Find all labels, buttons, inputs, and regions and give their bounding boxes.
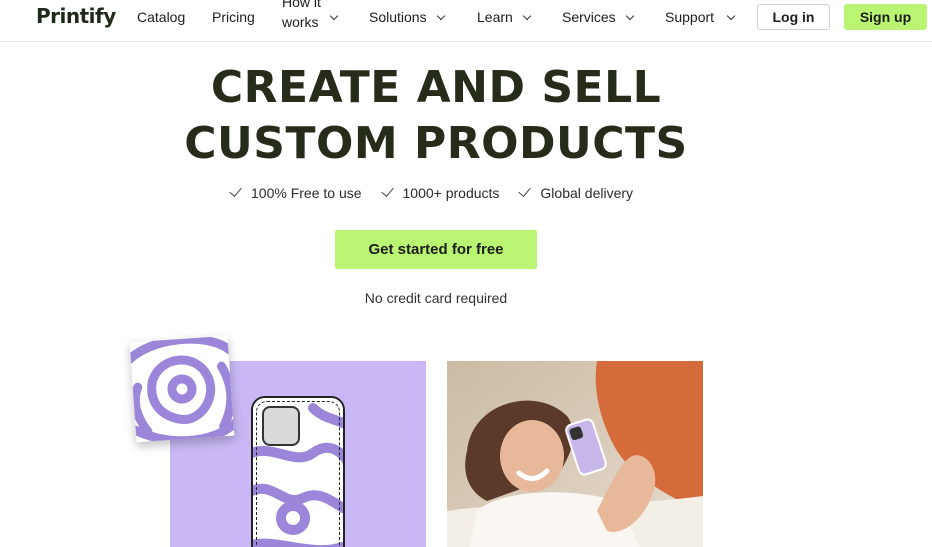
feature-item: Global delivery bbox=[518, 184, 634, 201]
phone-case-mockup bbox=[251, 396, 345, 547]
get-started-button[interactable]: Get started for free bbox=[335, 230, 537, 269]
hero-title: CREATE AND SELL CUSTOM PRODUCTS bbox=[0, 60, 872, 172]
hero-title-line-2: CUSTOM PRODUCTS bbox=[184, 118, 688, 169]
check-icon bbox=[380, 184, 394, 197]
nav-how-it-works[interactable]: How it works bbox=[282, 0, 332, 32]
swirl-pattern-sticker bbox=[129, 335, 235, 443]
chevron-down-icon[interactable] bbox=[436, 11, 446, 21]
lifestyle-photo bbox=[447, 361, 703, 547]
camera-cutout bbox=[262, 406, 300, 446]
feature-label: Global delivery bbox=[540, 185, 634, 201]
feature-label: 100% Free to use bbox=[251, 185, 362, 201]
nav-learn[interactable]: Learn bbox=[477, 8, 513, 26]
chevron-down-icon[interactable] bbox=[522, 11, 532, 21]
nav-solutions[interactable]: Solutions bbox=[369, 8, 427, 26]
feature-list: 100% Free to use 1000+ products Global d… bbox=[229, 184, 634, 201]
feature-label: 1000+ products bbox=[402, 185, 500, 201]
check-icon bbox=[518, 184, 532, 197]
nav-catalog[interactable]: Catalog bbox=[137, 8, 185, 26]
signup-button[interactable]: Sign up bbox=[844, 4, 927, 30]
site-header: Printify Catalog Pricing How it works So… bbox=[0, 0, 932, 42]
chevron-down-icon[interactable] bbox=[726, 11, 736, 21]
nav-services[interactable]: Services bbox=[562, 8, 616, 26]
feature-item: 1000+ products bbox=[380, 184, 500, 201]
chevron-down-icon[interactable] bbox=[625, 11, 635, 21]
check-icon bbox=[229, 184, 242, 197]
feature-item: 100% Free to use bbox=[229, 184, 362, 201]
printify-logo[interactable]: Printify bbox=[36, 4, 116, 28]
nav-support[interactable]: Support bbox=[665, 8, 714, 26]
hero-title-line-1: CREATE AND SELL bbox=[210, 62, 662, 113]
nav-pricing[interactable]: Pricing bbox=[212, 8, 255, 26]
login-button[interactable]: Log in bbox=[757, 4, 830, 30]
no-credit-card-note: No credit card required bbox=[364, 290, 508, 306]
